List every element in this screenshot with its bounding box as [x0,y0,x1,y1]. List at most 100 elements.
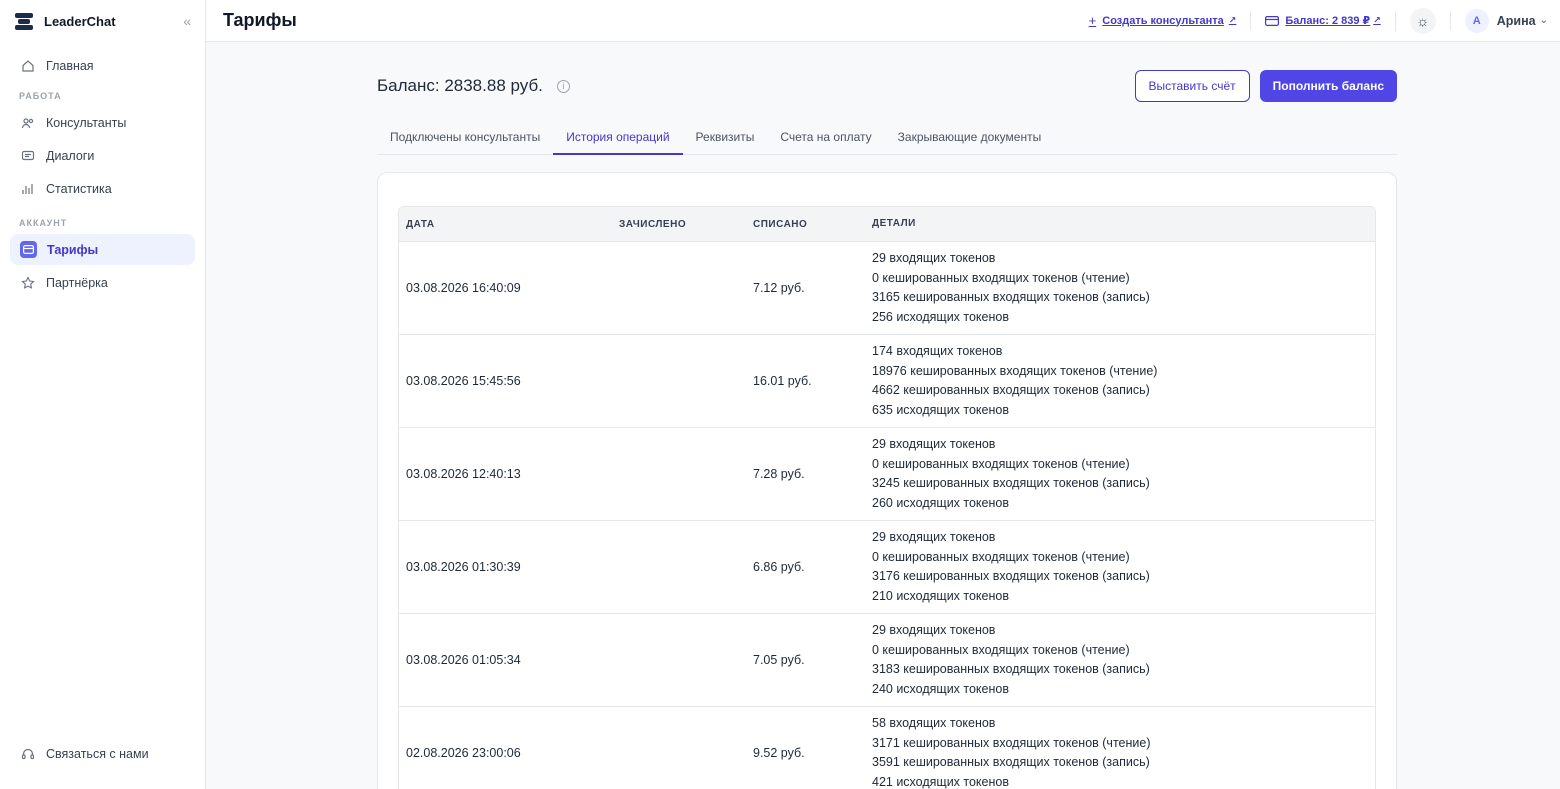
card-icon [1265,15,1280,26]
issue-invoice-button[interactable]: Выставить счёт [1134,70,1250,102]
cell-date: 02.08.2026 23:00:06 [406,746,521,760]
sidebar-nav: Главная РАБОТА Консультанты Диалоги Стат… [0,42,205,308]
contact-us-link[interactable]: Связаться с нами [10,738,159,769]
detail-line: 174 входящих токенов [872,344,1003,358]
stats-icon [20,181,36,197]
sidebar-item-label: Тарифы [47,242,99,257]
detail-line: 3176 кешированных входящих токенов (запи… [872,569,1150,583]
detail-line: 29 входящих токенов [872,530,996,544]
balance-link[interactable]: Баланс: 2 839 ₽ ↗ [1265,14,1381,27]
sidebar-item-label: Главная [46,58,94,73]
page-title: Тарифы [223,10,297,30]
cell-debit: 7.05 руб. [753,653,805,667]
tab-closing-documents[interactable]: Закрывающие документы [885,130,1055,155]
collapse-icon[interactable]: « [183,13,191,29]
detail-line: 3245 кешированных входящих токенов (запи… [872,476,1150,490]
cell-details: 29 входящих токенов 0 кешированных входящ… [872,249,1375,327]
theme-toggle-button[interactable]: ☼ [1409,7,1436,34]
detail-line: 29 входящих токенов [872,623,996,637]
divider [1449,10,1451,31]
detail-line: 29 входящих токенов [872,437,996,451]
create-consultant-link[interactable]: + Создать консультанта ↗ [1089,13,1237,28]
sidebar-item-label: Статистика [46,181,112,196]
detail-line: 58 входящих токенов [872,716,996,730]
tab-invoices[interactable]: Счета на оплату [767,130,884,155]
detail-line: 4662 кешированных входящих токенов (запи… [872,383,1150,397]
cell-date: 03.08.2026 12:40:13 [406,467,521,481]
home-icon [20,58,36,74]
cell-debit: 7.28 руб. [753,467,805,481]
header-details: ДЕТАЛИ [872,218,916,230]
sidebar-item-label: Консультанты [46,115,127,130]
table-body: 03.08.2026 16:40:09 7.12 руб. 29 входящих … [399,241,1375,789]
history-card: ДАТА ЗАЧИСЛЕНО СПИСАНО ДЕТАЛИ 03.08.2026… [377,172,1397,789]
tab-operation-history[interactable]: История операций [553,130,683,155]
detail-line: 3591 кешированных входящих токенов (запи… [872,755,1150,769]
detail-line: 240 исходящих токенов [872,681,1009,696]
section-label-account: АККАУНТ [19,218,68,228]
sidebar: LeaderChat « Главная РАБОТА Консультанты… [0,0,206,789]
sidebar-item-dialogs[interactable]: Диалоги [10,140,195,171]
balance-row: Баланс: 2838.88 руб. i Выставить счёт По… [377,42,1397,130]
contact-us-label: Связаться с нами [46,746,149,761]
cell-debit: 7.12 руб. [753,281,805,295]
detail-line: 256 исходящих токенов [872,309,1009,324]
chat-icon [20,148,36,164]
balance-text: Баланс: 2838.88 руб. [377,76,543,95]
header-credit: ЗАЧИСЛЕНО [619,218,687,230]
card-icon [20,241,37,258]
user-name: Арина [1496,13,1536,28]
brand-name: LeaderChat [44,13,116,29]
tab-requisites[interactable]: Реквизиты [683,130,768,155]
cell-date: 03.08.2026 01:30:39 [406,560,521,574]
topup-balance-button[interactable]: Пополнить баланс [1259,70,1397,102]
table-row: 02.08.2026 23:00:06 9.52 руб. 58 входящих … [399,706,1375,789]
sidebar-item-statistics[interactable]: Статистика [10,173,195,204]
cell-details: 58 входящих токенов 3171 кешированных вхо… [872,714,1375,789]
main-content: Баланс: 2838.88 руб. i Выставить счёт По… [377,42,1397,789]
balance-link-label: Баланс: 2 839 ₽ [1285,15,1371,27]
detail-line: 421 исходящих токенов [872,774,1009,789]
brand: LeaderChat « [0,0,205,42]
sidebar-item-home[interactable]: Главная [10,50,195,81]
detail-line: 3183 кешированных входящих токенов (запи… [872,662,1150,676]
table-row: 03.08.2026 01:05:34 7.05 руб. 29 входящих … [399,613,1375,706]
cell-debit: 16.01 руб. [753,374,812,388]
divider [1394,10,1396,31]
table-row: 03.08.2026 16:40:09 7.12 руб. 29 входящих … [399,241,1375,334]
sidebar-item-partner[interactable]: Партнёрка [10,267,195,298]
sidebar-item-consultants[interactable]: Консультанты [10,107,195,138]
history-table: ДАТА ЗАЧИСЛЕНО СПИСАНО ДЕТАЛИ 03.08.2026… [398,206,1376,789]
cell-details: 174 входящих токенов 18976 кешированных в… [872,342,1375,420]
header-date: ДАТА [406,218,435,230]
user-menu[interactable]: А Арина ⌄ [1464,8,1548,33]
plus-icon: + [1088,13,1097,28]
detail-line: 0 кешированных входящих токенов (чтение) [872,270,1130,285]
table-row: 03.08.2026 15:45:56 16.01 руб. 174 входящи… [399,334,1375,427]
table-header: ДАТА ЗАЧИСЛЕНО СПИСАНО ДЕТАЛИ [399,207,1375,241]
table-row: 03.08.2026 01:30:39 6.86 руб. 29 входящих … [399,520,1375,613]
cell-date: 03.08.2026 16:40:09 [406,281,521,295]
tabs: Подключены консультанты История операций… [377,130,1397,155]
detail-line: 0 кешированных входящих токенов (чтение) [872,642,1130,657]
brand-logo-icon [15,12,33,30]
cell-debit: 6.86 руб. [753,560,805,574]
sidebar-footer: Связаться с нами [10,738,159,771]
sun-icon: ☼ [1416,12,1430,29]
detail-line: 3165 кешированных входящих токенов (запи… [872,290,1150,304]
divider [1250,10,1252,31]
headset-icon [20,746,36,762]
users-icon [20,115,36,131]
detail-line: 3171 кешированных входящих токенов (чтен… [872,735,1151,750]
avatar: А [1464,8,1489,33]
info-icon[interactable]: i [556,79,570,93]
external-link-icon: ↗ [1373,15,1381,25]
cell-details: 29 входящих токенов 0 кешированных входящ… [872,435,1375,513]
cell-date: 03.08.2026 01:05:34 [406,653,521,667]
sidebar-item-label: Партнёрка [46,275,108,290]
sidebar-item-tariffs[interactable]: Тарифы [10,234,195,265]
cell-date: 03.08.2026 15:45:56 [406,374,521,388]
detail-line: 29 входящих токенов [872,251,996,265]
tab-connected-consultants[interactable]: Подключены консультанты [377,130,553,155]
create-consultant-label: Создать консультанта [1102,14,1224,27]
